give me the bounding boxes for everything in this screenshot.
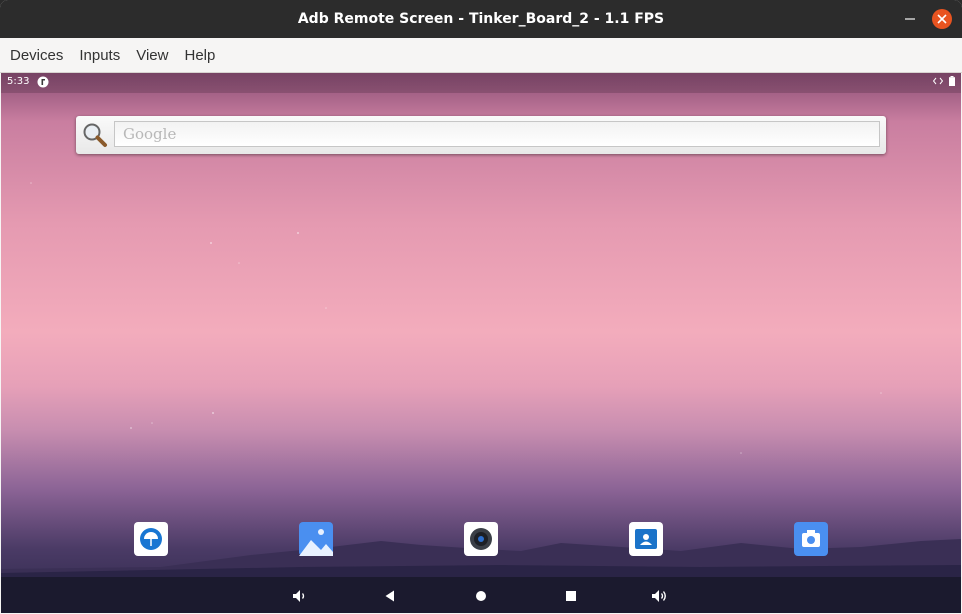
google-search-widget[interactable]: Google [76, 116, 886, 154]
menu-devices[interactable]: Devices [4, 47, 69, 64]
battery-icon [949, 76, 955, 86]
home-icon [476, 591, 486, 601]
recents-button[interactable] [562, 587, 580, 605]
weather-app-icon[interactable] [134, 522, 168, 556]
recents-icon [566, 591, 576, 601]
volume-down-icon [293, 590, 305, 602]
app-window: Adb Remote Screen - Tinker_Board_2 - 1.1… [0, 0, 962, 614]
volume-down-button[interactable] [291, 587, 309, 605]
navigation-bar [1, 577, 961, 613]
camera-app-icon[interactable] [794, 522, 828, 556]
minimize-button[interactable] [900, 9, 920, 29]
close-icon [937, 14, 947, 24]
home-button[interactable] [472, 587, 490, 605]
search-icon[interactable] [82, 122, 108, 148]
menu-help[interactable]: Help [178, 47, 221, 64]
music-app-icon[interactable] [464, 522, 498, 556]
status-clock: 5:33 [7, 76, 30, 87]
notification-icon [37, 76, 49, 88]
back-icon [385, 590, 394, 602]
close-button[interactable] [932, 9, 952, 29]
menu-view[interactable]: View [130, 47, 174, 64]
android-screen[interactable]: 5:33 Google [1, 73, 961, 613]
app-dock [1, 522, 961, 558]
menu-bar: Devices Inputs View Help [0, 38, 962, 73]
volume-up-button[interactable] [651, 587, 669, 605]
window-title: Adb Remote Screen - Tinker_Board_2 - 1.1… [297, 11, 665, 27]
volume-up-icon [652, 590, 666, 602]
gallery-app-icon[interactable] [299, 522, 333, 556]
debug-icon [933, 77, 943, 85]
search-input[interactable]: Google [114, 121, 880, 147]
menu-inputs[interactable]: Inputs [73, 47, 126, 64]
contacts-app-icon[interactable] [629, 522, 663, 556]
back-button[interactable] [381, 587, 399, 605]
status-icons [933, 76, 955, 86]
title-bar[interactable]: Adb Remote Screen - Tinker_Board_2 - 1.1… [0, 0, 962, 38]
minimize-icon [905, 18, 915, 20]
status-bar: 5:33 [1, 73, 961, 93]
